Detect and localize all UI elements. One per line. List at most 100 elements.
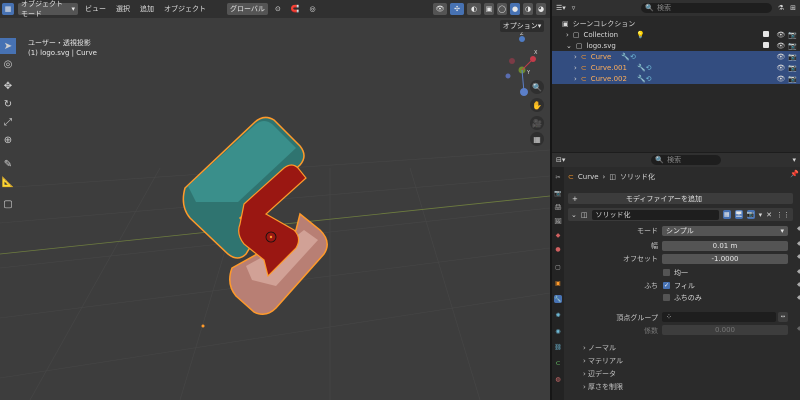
camera-icon[interactable]: 📷 bbox=[788, 53, 797, 61]
menu-add[interactable]: 追加 bbox=[137, 4, 157, 14]
eye-icon[interactable]: 👁 bbox=[776, 42, 785, 50]
transform-orientation-dropdown[interactable]: グローバル bbox=[227, 3, 268, 15]
shading-material-icon[interactable]: ◑ bbox=[523, 3, 533, 15]
overlay-icon[interactable]: ◐ bbox=[467, 3, 481, 15]
rotate-tool-icon[interactable]: ↻ bbox=[0, 96, 16, 112]
measure-tool-icon[interactable]: 📐 bbox=[0, 174, 16, 190]
chevron-down-icon: ▾ bbox=[780, 227, 784, 235]
outliner-row[interactable]: › ▢ Collection 💡 👁 📷 bbox=[552, 29, 800, 40]
filter-funnel-icon[interactable]: ⚗ bbox=[778, 4, 784, 12]
subpanel-normals[interactable]: › ノーマル bbox=[583, 343, 616, 353]
viewport-toggle-icon[interactable]: 🖥 bbox=[734, 210, 743, 219]
outliner-search-input[interactable]: 🔍 検索 bbox=[641, 3, 772, 13]
ortho-grid-icon[interactable]: ▦ bbox=[530, 132, 544, 146]
camera-view-icon[interactable]: 🎥 bbox=[530, 116, 544, 130]
outliner-row[interactable]: › ⊂ Curve.002 🔧⟲ 👁 📷 bbox=[552, 73, 800, 84]
camera-icon[interactable]: 📷 bbox=[788, 64, 797, 72]
options-dropdown[interactable]: オプション ▾ bbox=[500, 20, 544, 32]
physics-tab-icon[interactable]: ◉ bbox=[554, 327, 562, 335]
particles-tab-icon[interactable]: ✺ bbox=[554, 311, 562, 319]
constraints-tab-icon[interactable]: ⛓ bbox=[554, 343, 562, 351]
data-tab-icon[interactable]: ⊂ bbox=[554, 359, 562, 367]
camera-icon[interactable]: 📷 bbox=[788, 42, 797, 50]
camera-icon[interactable]: 📷 bbox=[788, 31, 797, 39]
properties-search-input[interactable]: 🔍 検索 bbox=[651, 155, 722, 165]
camera-icon[interactable]: 📷 bbox=[788, 75, 797, 83]
invert-vgroup-icon[interactable]: ↔ bbox=[778, 312, 788, 322]
dropdown-chevron-icon[interactable]: ▾ bbox=[759, 211, 763, 219]
outliner-row[interactable]: › ⊂ Curve.001 🔧⟲ 👁 📷 bbox=[552, 62, 800, 73]
proportional-icon[interactable]: ◎ bbox=[307, 5, 319, 13]
add-modifier-label: モディファイアーを追加 bbox=[625, 194, 702, 203]
vertex-group-field[interactable]: ⁘ bbox=[662, 312, 776, 322]
properties-editor-icon[interactable]: ⊟▾ bbox=[556, 156, 565, 164]
close-icon[interactable]: ✕ bbox=[766, 211, 772, 219]
new-collection-icon[interactable]: ⊞ bbox=[790, 4, 796, 12]
menu-select[interactable]: 選択 bbox=[113, 4, 133, 14]
world-tab-icon[interactable]: ● bbox=[554, 245, 562, 253]
modifier-name-field[interactable]: ソリッド化 bbox=[591, 209, 719, 220]
snap-icon[interactable]: 🧲 bbox=[288, 5, 303, 13]
drag-handle-icon[interactable]: ⋮⋮ bbox=[776, 211, 790, 219]
scene-collection-row[interactable]: ▣ シーンコレクション bbox=[552, 18, 800, 29]
pan-hand-icon[interactable]: ✋ bbox=[530, 98, 544, 112]
transform-tool-icon[interactable]: ⊕ bbox=[0, 132, 16, 148]
move-tool-icon[interactable]: ✥ bbox=[0, 78, 16, 94]
modifier-tab-icon[interactable]: 🔧 bbox=[554, 295, 562, 303]
xray-icon[interactable]: ▣ bbox=[484, 3, 494, 15]
eye-icon[interactable]: 👁 bbox=[776, 53, 785, 61]
even-checkbox[interactable] bbox=[663, 269, 670, 276]
mode-dropdown[interactable]: オブジェクトモード ▾ bbox=[18, 0, 78, 18]
add-cube-tool-icon[interactable]: ▢ bbox=[0, 196, 16, 212]
render-toggle-icon[interactable]: 📷 bbox=[746, 210, 755, 219]
3d-viewport[interactable]: X Z Y ユーザー・透視投影 (1) logo.svg | Curve オプシ… bbox=[0, 18, 550, 400]
options-chevron-icon[interactable]: ▾ bbox=[792, 156, 796, 164]
object-tab-icon[interactable]: ▣ bbox=[554, 279, 562, 287]
filter-icon[interactable]: ▿ bbox=[572, 4, 576, 12]
gizmo-icon[interactable]: ✣ bbox=[450, 3, 464, 15]
collection-tab-icon[interactable]: ▢ bbox=[554, 263, 562, 271]
subpanel-label: 厚さを制限 bbox=[588, 383, 624, 391]
output-tab-icon[interactable]: 🖨 bbox=[554, 203, 562, 211]
outliner-row[interactable]: ⌄ ▢ logo.svg 👁 📷 bbox=[552, 40, 800, 51]
render-tab-icon[interactable]: 📷 bbox=[554, 189, 562, 197]
rim-only-checkbox[interactable] bbox=[663, 294, 670, 301]
pin-icon[interactable]: 📌 bbox=[790, 170, 799, 178]
width-field[interactable]: 0.01 m bbox=[662, 241, 788, 251]
fill-checkbox[interactable]: ✓ bbox=[663, 282, 670, 289]
checkbox-icon[interactable] bbox=[763, 41, 770, 48]
scale-tool-icon[interactable]: ⤢ bbox=[0, 114, 16, 130]
shading-solid-icon[interactable]: ● bbox=[510, 3, 520, 15]
zoom-icon[interactable]: 🔍 bbox=[530, 80, 544, 94]
shading-render-icon[interactable]: ◕ bbox=[536, 3, 546, 15]
shading-wire-icon[interactable]: ◯ bbox=[497, 3, 507, 15]
eye-icon[interactable]: 👁 bbox=[776, 75, 785, 83]
visibility-icon[interactable]: 👁 bbox=[433, 3, 447, 15]
material-tab-icon[interactable]: ◍ bbox=[554, 375, 562, 383]
menu-object[interactable]: オブジェクト bbox=[161, 4, 209, 14]
offset-field[interactable]: -1.0000 bbox=[662, 254, 788, 264]
scene-tab-icon[interactable]: ◆ bbox=[554, 231, 562, 239]
editor-type-button[interactable]: ▦ bbox=[2, 3, 14, 15]
outliner-row[interactable]: › ⊂ Curve 🔧⟲ 👁 📷 bbox=[552, 51, 800, 62]
view-layer-tab-icon[interactable]: 🖼 bbox=[554, 217, 562, 225]
factor-field[interactable]: 0.000 bbox=[662, 325, 788, 335]
menu-view[interactable]: ビュー bbox=[82, 4, 109, 14]
eye-icon[interactable]: 👁 bbox=[776, 31, 785, 39]
subpanel-thickness-clamp[interactable]: › 厚さを制限 bbox=[583, 382, 623, 392]
checkbox-icon[interactable] bbox=[763, 30, 770, 37]
mode-dropdown[interactable]: シンプル ▾ bbox=[662, 226, 788, 236]
subpanel-materials[interactable]: › マテリアル bbox=[583, 356, 623, 366]
editmode-toggle-icon[interactable]: ▦ bbox=[722, 210, 731, 219]
outliner-editor-icon[interactable]: ☰▾ bbox=[556, 4, 566, 12]
cursor-tool-icon[interactable]: ◎ bbox=[0, 56, 16, 72]
add-modifier-button[interactable]: + モディファイアーを追加 bbox=[568, 193, 793, 204]
eye-icon[interactable]: 👁 bbox=[776, 64, 785, 72]
annotate-tool-icon[interactable]: ✎ bbox=[0, 156, 16, 172]
vertex-group-icon: ⁘ bbox=[666, 313, 672, 321]
select-tool-icon[interactable]: ➤ bbox=[0, 38, 16, 54]
collapse-arrow-icon[interactable]: ⌄ bbox=[571, 211, 577, 219]
subpanel-edge-data[interactable]: › 辺データ bbox=[583, 369, 616, 379]
pivot-icon[interactable]: ⊙ bbox=[272, 5, 284, 13]
tool-tab-icon[interactable]: ✂ bbox=[554, 173, 562, 181]
